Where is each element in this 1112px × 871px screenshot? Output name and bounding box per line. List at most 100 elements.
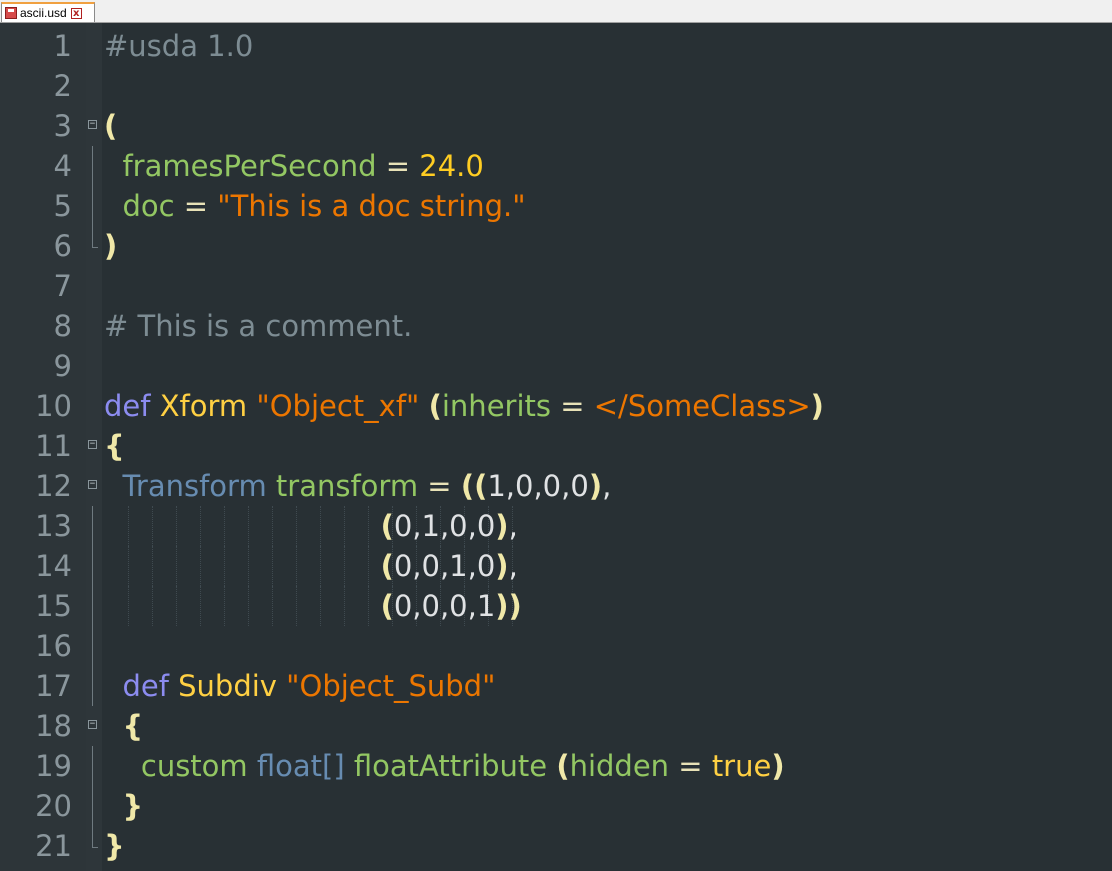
code-token: ( xyxy=(556,749,570,783)
code-line[interactable]: 17 def Subdiv "Object_Subd" xyxy=(0,666,1112,706)
file-saved-icon xyxy=(5,7,17,19)
code-text: { xyxy=(104,426,125,466)
code-token: "Object_Subd" xyxy=(286,669,496,703)
line-number: 17 xyxy=(35,669,72,703)
code-token: ( xyxy=(104,109,118,143)
code-token: #usda 1.0 xyxy=(104,29,254,63)
code-token: def xyxy=(104,389,151,423)
tab-bar: ascii.usd x xyxy=(0,0,1112,23)
line-number: 6 xyxy=(53,229,72,263)
code-line[interactable]: 2 xyxy=(0,66,1112,106)
code-line[interactable]: 1 #usda 1.0 xyxy=(0,26,1112,66)
line-number: 11 xyxy=(35,429,72,463)
code-token: framesPerSecond xyxy=(122,149,377,183)
code-token: float[] xyxy=(256,749,345,783)
fold-guide-line xyxy=(92,186,93,226)
code-token: ( xyxy=(428,389,442,423)
code-token: floatAttribute xyxy=(353,749,548,783)
code-text: framesPerSecond = 24.0 xyxy=(104,146,483,186)
code-token: true xyxy=(711,749,772,783)
code-token: 0,1,0,0 xyxy=(393,509,496,543)
line-number: 7 xyxy=(53,269,72,303)
code-line[interactable]: 16 xyxy=(0,626,1112,666)
fold-collapse-icon[interactable]: − xyxy=(88,480,97,489)
code-text: (0,0,0,1)) xyxy=(104,586,522,626)
code-line[interactable]: 5 doc = "This is a doc string." xyxy=(0,186,1112,226)
line-number: 21 xyxy=(35,829,72,863)
line-number: 18 xyxy=(35,709,72,743)
close-icon[interactable]: x xyxy=(70,7,82,19)
code-text: custom float[] floatAttribute (hidden = … xyxy=(104,746,785,786)
fold-guide-line xyxy=(92,746,93,786)
code-token: (( xyxy=(460,469,488,503)
code-token: = xyxy=(174,189,218,223)
fold-end-marker xyxy=(92,826,98,848)
code-text: Transform transform = ((1,0,0,0), xyxy=(104,466,611,506)
code-line[interactable]: 7 xyxy=(0,266,1112,306)
code-token: ) xyxy=(104,229,118,263)
code-text: def Xform "Object_xf" (inherits = </Some… xyxy=(104,386,824,426)
line-number: 12 xyxy=(35,469,72,503)
code-token: ) xyxy=(810,389,824,423)
code-editor[interactable]: 1 #usda 1.0 2 3−(4 framesPerSecond = 24.0 5 … xyxy=(0,23,1112,871)
editor-window: ascii.usd x 1 #usda 1.0 2 3−(4 framesPerSec… xyxy=(0,0,1112,871)
line-number: 10 xyxy=(35,389,72,423)
code-token: } xyxy=(104,829,125,863)
code-line[interactable]: 21} xyxy=(0,826,1112,866)
code-line[interactable]: 18 − { xyxy=(0,706,1112,746)
code-token: Transform xyxy=(122,469,267,503)
code-line[interactable]: 6) xyxy=(0,226,1112,266)
code-line[interactable]: 14 (0,0,1,0), xyxy=(0,546,1112,586)
code-line[interactable]: 20 } xyxy=(0,786,1112,826)
code-token: ) xyxy=(771,749,785,783)
fold-guide-line xyxy=(92,146,93,186)
line-number: 15 xyxy=(35,589,72,623)
code-text: # This is a comment. xyxy=(104,306,412,346)
fold-collapse-icon[interactable]: − xyxy=(88,720,97,729)
code-line[interactable]: 12 − Transform transform = ((1,0,0,0), xyxy=(0,466,1112,506)
line-number: 14 xyxy=(35,549,72,583)
code-line[interactable]: 9 xyxy=(0,346,1112,386)
line-number: 20 xyxy=(35,789,72,823)
code-token: ) xyxy=(495,509,509,543)
code-line[interactable]: 13 (0,1,0,0), xyxy=(0,506,1112,546)
line-number: 13 xyxy=(35,509,72,543)
fold-collapse-icon[interactable]: − xyxy=(88,440,97,449)
code-line[interactable]: 19 custom float[] floatAttribute (hidden… xyxy=(0,746,1112,786)
code-text: ( xyxy=(104,106,117,146)
code-line[interactable]: 8 # This is a comment. xyxy=(0,306,1112,346)
code-token: ( xyxy=(380,509,394,543)
code-line[interactable]: 15 (0,0,0,1)) xyxy=(0,586,1112,626)
line-number: 16 xyxy=(35,629,72,663)
code-line[interactable]: 3 −( xyxy=(0,106,1112,146)
code-line[interactable]: 10 def Xform "Object_xf" (inherits = </So… xyxy=(0,386,1112,426)
line-number: 8 xyxy=(53,309,72,343)
tab-ascii-usd[interactable]: ascii.usd x xyxy=(1,2,95,22)
code-token: ) xyxy=(588,469,603,503)
fold-guide-line xyxy=(92,546,93,586)
code-token: , xyxy=(602,469,612,503)
code-line[interactable]: 11 −{ xyxy=(0,426,1112,466)
code-token: def xyxy=(122,669,169,703)
fold-guide-line xyxy=(92,506,93,546)
code-token: 0,0,1,0 xyxy=(393,549,496,583)
fold-collapse-icon[interactable]: − xyxy=(88,120,97,129)
code-token: custom xyxy=(140,749,248,783)
code-token: </SomeClass> xyxy=(593,389,811,423)
fold-guide-line xyxy=(92,626,93,666)
code-token: hidden xyxy=(569,749,670,783)
fold-guide-line xyxy=(92,586,93,626)
code-line[interactable]: 4 framesPerSecond = 24.0 xyxy=(0,146,1112,186)
code-token: { xyxy=(122,709,144,743)
